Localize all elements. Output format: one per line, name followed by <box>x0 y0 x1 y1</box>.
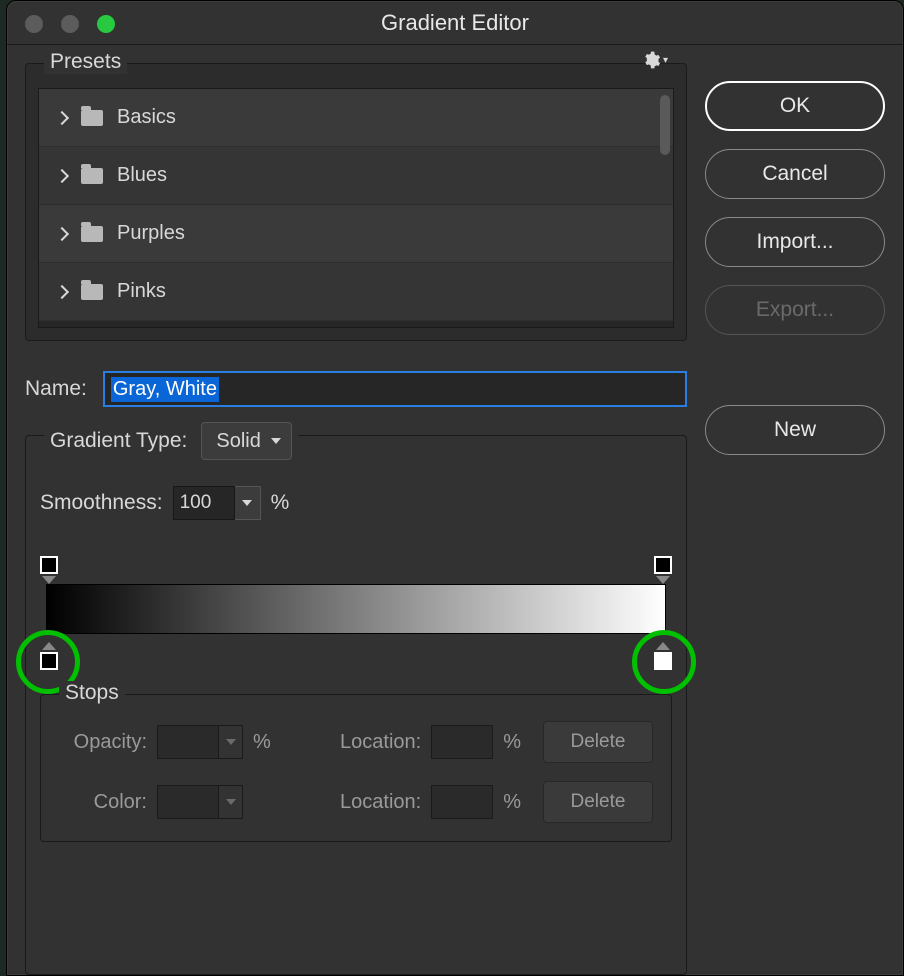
presets-list[interactable]: Basics Blues Purples <box>38 88 674 328</box>
chevron-down-icon <box>242 500 252 506</box>
opacity-location-input[interactable] <box>431 725 493 759</box>
folder-icon <box>81 284 103 300</box>
presets-label: Presets <box>44 50 127 74</box>
opacity-dropdown-button[interactable] <box>219 725 243 759</box>
location-label: Location: <box>340 791 421 814</box>
minimize-window-button[interactable] <box>61 15 79 33</box>
percent-label: % <box>503 731 521 754</box>
opacity-label: Opacity: <box>59 731 147 754</box>
gear-icon <box>641 50 661 70</box>
color-dropdown-button[interactable] <box>219 785 243 819</box>
color-swatch[interactable] <box>157 785 219 819</box>
smoothness-dropdown-button[interactable] <box>235 486 261 520</box>
delete-color-stop-button[interactable]: Delete <box>543 781 653 823</box>
chevron-down-icon <box>226 799 236 805</box>
gradient-editor-window: Gradient Editor Presets ▾ Basics <box>6 0 904 976</box>
export-button: Export... <box>705 285 885 335</box>
titlebar: Gradient Editor <box>7 1 903 45</box>
chevron-right-icon <box>55 110 69 124</box>
delete-opacity-stop-button[interactable]: Delete <box>543 721 653 763</box>
color-stop-right[interactable] <box>654 652 672 670</box>
smoothness-input[interactable] <box>173 486 235 520</box>
stops-panel: Stops Opacity: % Location: % Delete <box>40 694 672 842</box>
color-location-input[interactable] <box>431 785 493 819</box>
folder-icon <box>81 110 103 126</box>
maximize-window-button[interactable] <box>97 15 115 33</box>
cancel-button[interactable]: Cancel <box>705 149 885 199</box>
percent-label: % <box>503 791 521 814</box>
smoothness-label: Smoothness: <box>40 491 163 515</box>
chevron-right-icon <box>55 284 69 298</box>
ok-button[interactable]: OK <box>705 81 885 131</box>
preset-folder-purples[interactable]: Purples <box>39 205 673 263</box>
preset-folder-pinks[interactable]: Pinks <box>39 263 673 321</box>
import-button[interactable]: Import... <box>705 217 885 267</box>
window-title: Gradient Editor <box>381 10 529 36</box>
preset-folder-label: Pinks <box>117 280 166 303</box>
close-window-button[interactable] <box>25 15 43 33</box>
chevron-down-icon <box>226 739 236 745</box>
name-input[interactable]: Gray, White <box>103 371 687 407</box>
preset-folder-label: Blues <box>117 164 167 187</box>
stops-label: Stops <box>59 681 125 705</box>
preset-folder-label: Purples <box>117 222 185 245</box>
gradient-type-label: Gradient Type: <box>50 429 187 453</box>
stop-pointer-icon <box>42 642 56 650</box>
chevron-right-icon <box>55 168 69 182</box>
chevron-down-icon <box>271 438 281 444</box>
name-label: Name: <box>25 377 87 401</box>
gradient-bar[interactable] <box>46 584 666 634</box>
color-stop-left[interactable] <box>40 652 58 670</box>
scrollbar-thumb[interactable] <box>660 95 670 155</box>
gradient-preview-area[interactable] <box>40 550 672 670</box>
traffic-lights <box>25 15 115 33</box>
gradient-type-select[interactable]: Solid <box>201 422 291 460</box>
percent-label: % <box>253 731 271 754</box>
stop-pointer-icon <box>42 576 56 584</box>
color-label: Color: <box>59 791 147 814</box>
preset-folder-blues[interactable]: Blues <box>39 147 673 205</box>
stop-pointer-icon <box>656 642 670 650</box>
presets-menu-button[interactable]: ▾ <box>641 50 668 70</box>
preset-folder-basics[interactable]: Basics <box>39 89 673 147</box>
location-label: Location: <box>340 731 421 754</box>
gradient-type-value: Solid <box>216 430 260 453</box>
name-input-value: Gray, White <box>111 377 219 402</box>
opacity-stop-left[interactable] <box>40 556 58 574</box>
opacity-input[interactable] <box>157 725 219 759</box>
presets-panel: Presets ▾ Basics Blues <box>25 63 687 341</box>
percent-label: % <box>271 491 290 515</box>
folder-icon <box>81 168 103 184</box>
gradient-settings-panel: Gradient Type: Solid Smoothness: % <box>25 435 687 975</box>
new-button[interactable]: New <box>705 405 885 455</box>
chevron-right-icon <box>55 226 69 240</box>
stop-pointer-icon <box>656 576 670 584</box>
preset-folder-label: Basics <box>117 106 176 129</box>
opacity-stop-right[interactable] <box>654 556 672 574</box>
folder-icon <box>81 226 103 242</box>
